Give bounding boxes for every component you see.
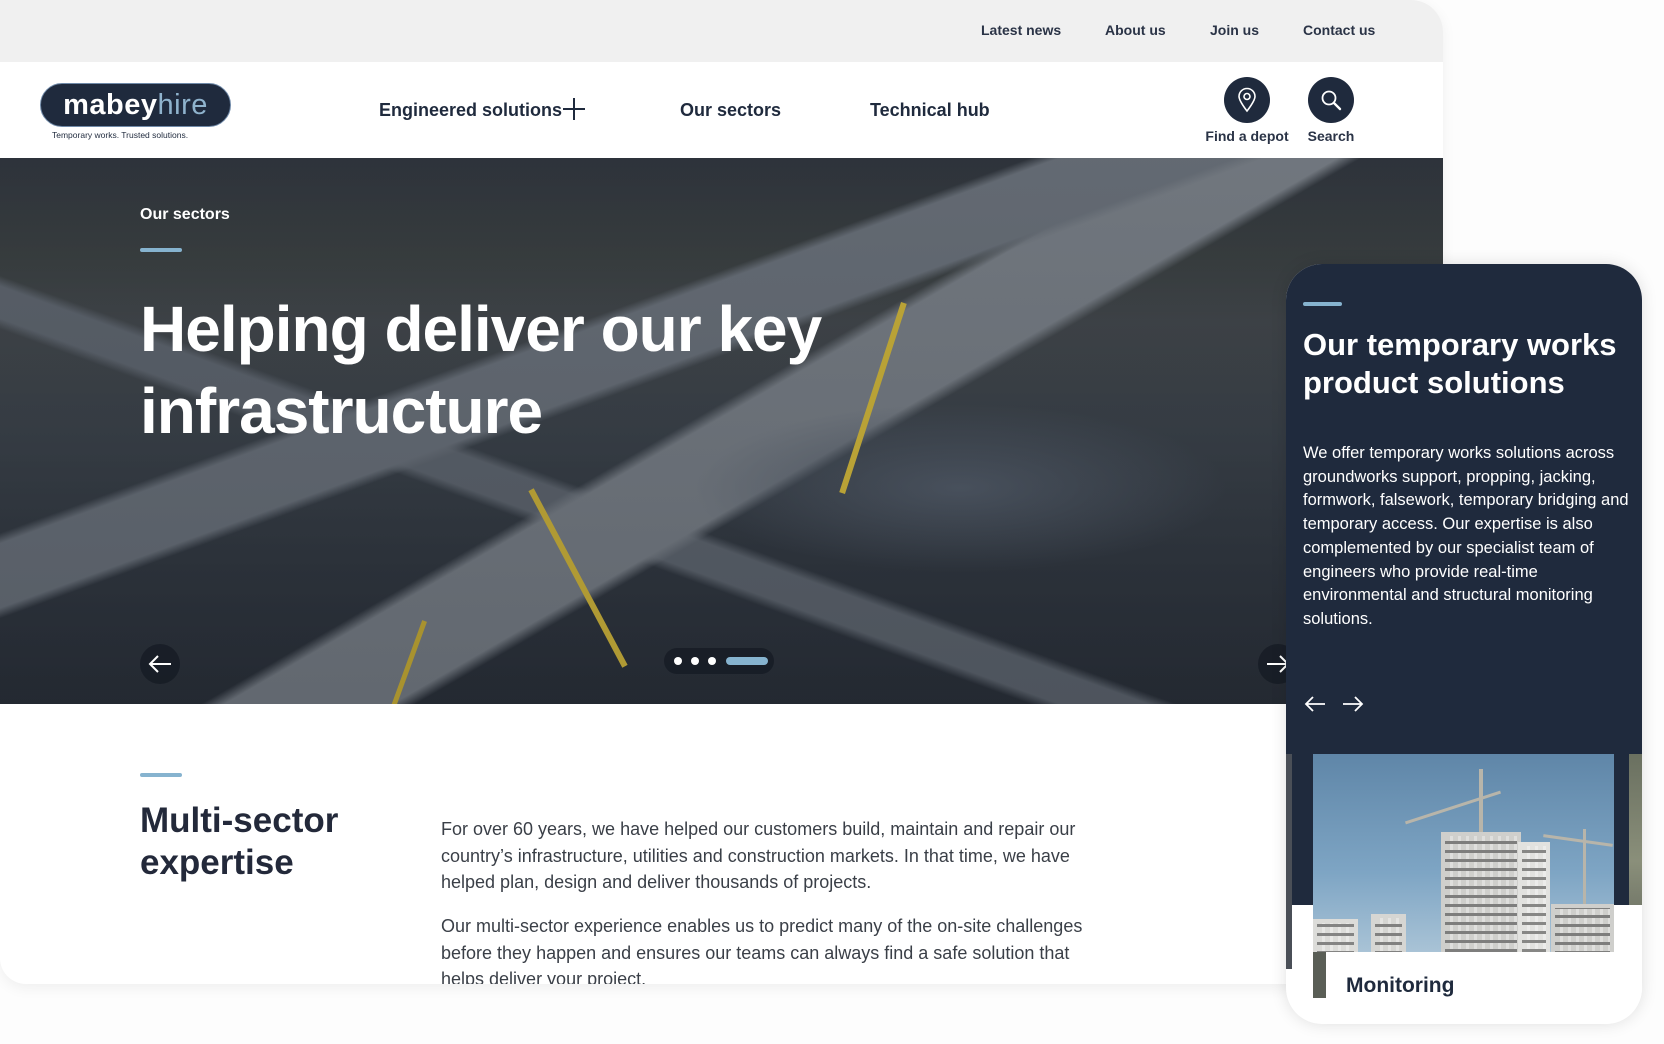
logo-name-part1: mabey xyxy=(63,88,158,121)
building xyxy=(1441,832,1521,952)
nav-engineered-solutions[interactable]: Engineered solutions xyxy=(379,100,562,121)
link-join-us[interactable]: Join us xyxy=(1210,22,1259,38)
arrow-left-icon xyxy=(148,655,171,673)
link-contact-us[interactable]: Contact us xyxy=(1303,22,1375,38)
section-accent-line xyxy=(140,773,182,777)
logo-wordmark: mabey hire xyxy=(40,83,231,127)
card-title-monitoring[interactable]: Monitoring xyxy=(1346,974,1454,998)
section-title: Multi-sector expertise xyxy=(140,801,339,882)
hero-accent-line xyxy=(140,248,182,252)
crane-jib xyxy=(1404,790,1502,825)
building xyxy=(1518,842,1550,952)
pagination-dot-active[interactable] xyxy=(726,657,768,665)
mobile-accent-line xyxy=(1303,302,1342,306)
prev-card-peek xyxy=(1286,754,1292,969)
find-depot-circle xyxy=(1224,77,1270,123)
mobile-mockup: Our temporary works product solutions We… xyxy=(1286,264,1642,1024)
desktop-mockup: Latest news About us Join us Contact us … xyxy=(0,0,1443,984)
hero-title: Helping deliver our key infrastructure xyxy=(140,293,822,447)
page: Latest news About us Join us Contact us … xyxy=(0,0,1664,1044)
hero-image-crane xyxy=(528,488,628,668)
search-circle xyxy=(1308,77,1354,123)
map-pin-icon xyxy=(1238,87,1256,113)
arrow-left-icon xyxy=(1304,696,1325,712)
logo-name-part2: hire xyxy=(157,88,208,121)
main-nav: mabey hire Temporary works. Trusted solut… xyxy=(0,62,1443,158)
hero-image-crane xyxy=(388,620,427,704)
hero-eyebrow: Our sectors xyxy=(140,206,230,223)
link-about-us[interactable]: About us xyxy=(1105,22,1166,38)
mobile-title: Our temporary works product solutions xyxy=(1303,327,1617,400)
search-button[interactable]: Search xyxy=(1286,77,1376,144)
section-paragraph-1: For over 60 years, we have helped our cu… xyxy=(441,819,1076,892)
find-depot-button[interactable]: Find a depot xyxy=(1202,77,1292,144)
building xyxy=(1313,919,1358,952)
pagination-dot[interactable] xyxy=(691,657,699,665)
nav-technical-hub[interactable]: Technical hub xyxy=(870,100,990,121)
search-icon xyxy=(1321,90,1342,111)
arrow-right-icon xyxy=(1343,696,1364,712)
mobile-next-button[interactable] xyxy=(1341,694,1365,719)
utility-bar: Latest news About us Join us Contact us xyxy=(0,0,1443,62)
hero-pagination xyxy=(664,648,774,674)
hero-prev-button[interactable] xyxy=(140,644,180,684)
mobile-prev-button[interactable] xyxy=(1303,694,1327,719)
hero-banner: Our sectors Helping deliver our key infr… xyxy=(0,158,1443,704)
search-label: Search xyxy=(1307,128,1355,144)
mobile-body: We offer temporary works solutions acros… xyxy=(1303,444,1629,628)
crane-jib xyxy=(1543,834,1613,847)
card-image-edge xyxy=(1313,952,1326,998)
monitoring-card-image[interactable] xyxy=(1313,754,1614,952)
building xyxy=(1371,914,1406,952)
nav-our-sectors[interactable]: Our sectors xyxy=(680,100,781,121)
logo-tagline: Temporary works. Trusted solutions. xyxy=(52,130,189,140)
link-latest-news[interactable]: Latest news xyxy=(981,22,1061,38)
building xyxy=(1551,904,1614,952)
pagination-dot[interactable] xyxy=(674,657,682,665)
section-paragraph-2: Our multi-sector experience enables us t… xyxy=(441,916,1083,984)
logo[interactable]: mabey hire Temporary works. Trusted solut… xyxy=(40,83,231,140)
plus-icon[interactable] xyxy=(563,98,585,120)
pagination-dot[interactable] xyxy=(708,657,716,665)
find-depot-label: Find a depot xyxy=(1205,128,1289,144)
